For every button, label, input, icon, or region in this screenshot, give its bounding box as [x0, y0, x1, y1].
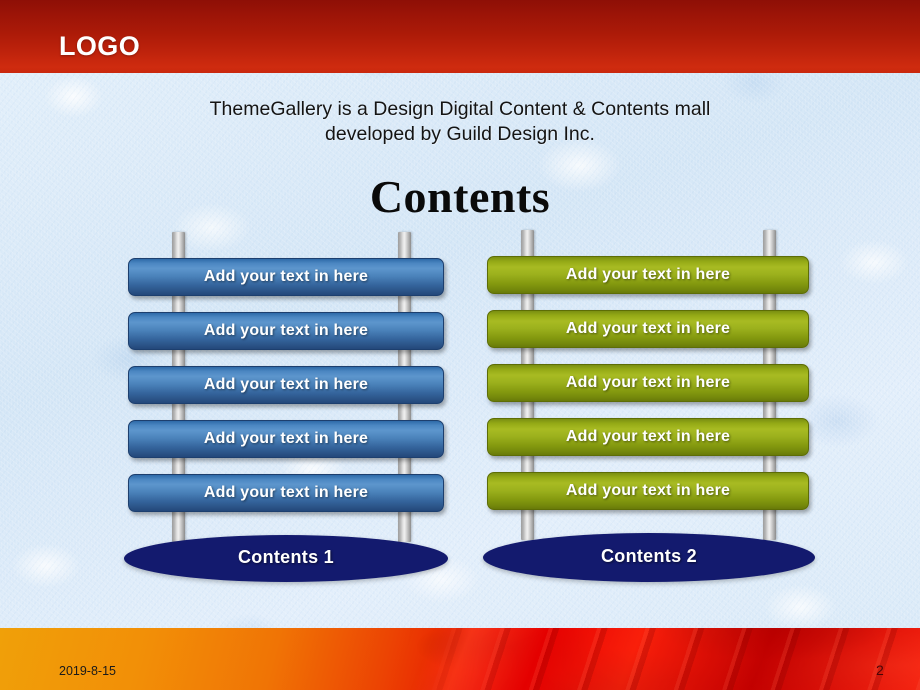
sign-board-4[interactable]: Add your text in here	[128, 420, 444, 458]
contents-base-ellipse[interactable]: Contents 1	[124, 535, 448, 582]
sign-board-label: Add your text in here	[565, 320, 731, 337]
contents-base-label: Contents 1	[237, 547, 334, 567]
sign-board-1[interactable]: Add your text in here	[128, 258, 444, 296]
sign-board-label: Add your text in here	[565, 428, 731, 445]
footer-date: 2019-8-15	[59, 664, 116, 678]
footer-bar	[0, 628, 920, 690]
sign-board-4[interactable]: Add your text in here	[487, 418, 809, 456]
slide-canvas: LOGO ThemeGallery is a Design Digital Co…	[0, 0, 920, 690]
sign-board-label: Add your text in here	[203, 430, 369, 447]
sign-board-3[interactable]: Add your text in here	[128, 366, 444, 404]
sign-board-label: Add your text in here	[565, 266, 731, 283]
slide-number: 2	[876, 662, 884, 678]
sign-board-label: Add your text in here	[203, 484, 369, 501]
sign-board-5[interactable]: Add your text in here	[487, 472, 809, 510]
sign-board-5[interactable]: Add your text in here	[128, 474, 444, 512]
contents-group-left: Add your text in here Add your text in h…	[124, 232, 458, 582]
sign-board-label: Add your text in here	[203, 268, 369, 285]
subtitle-line-2: developed by Guild Design Inc.	[325, 123, 595, 145]
contents-group-right: Add your text in here Add your text in h…	[483, 230, 817, 582]
contents-base-ellipse[interactable]: Contents 2	[483, 533, 815, 582]
sign-board-1[interactable]: Add your text in here	[487, 256, 809, 294]
sign-board-3[interactable]: Add your text in here	[487, 364, 809, 402]
subtitle-text: ThemeGallery is a Design Digital Content…	[110, 97, 810, 147]
sign-board-label: Add your text in here	[203, 376, 369, 393]
subtitle-line-1: ThemeGallery is a Design Digital Content…	[209, 98, 711, 120]
footer-silk-folds	[0, 628, 920, 690]
sign-board-2[interactable]: Add your text in here	[128, 312, 444, 350]
logo-text: LOGO	[59, 31, 141, 61]
contents-base-label: Contents 2	[600, 546, 697, 566]
sign-board-2[interactable]: Add your text in here	[487, 310, 809, 348]
page-title: Contents	[369, 171, 551, 222]
sign-board-label: Add your text in here	[565, 374, 731, 391]
sign-board-label: Add your text in here	[565, 482, 731, 499]
sign-board-label: Add your text in here	[203, 322, 369, 339]
